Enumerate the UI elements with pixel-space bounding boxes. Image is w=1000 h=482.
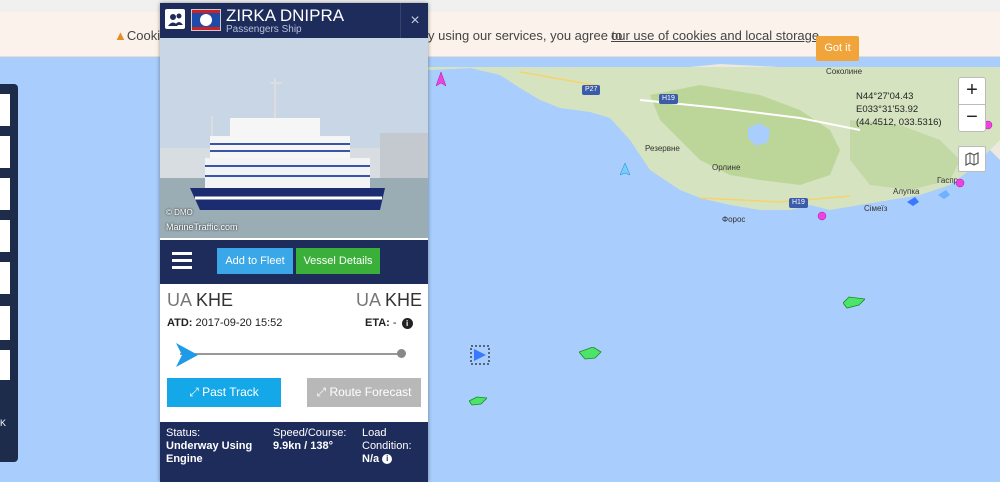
toolbar-button[interactable]: [0, 220, 10, 252]
speed-label: Speed/Course:: [273, 427, 347, 439]
status-value: Underway Using Engine: [166, 440, 253, 465]
vessel-marker[interactable]: [817, 211, 827, 221]
map[interactable]: Соколине Резервне Орлине Алупка Сімеїз Ф…: [0, 0, 1000, 482]
route-forecast-button[interactable]: ⤢ Route Forecast: [307, 378, 421, 407]
vessel-marker[interactable]: [469, 396, 487, 406]
vessel-type-icon: [165, 9, 185, 29]
toolbar-button[interactable]: [0, 262, 10, 294]
vessel-type: Passengers Ship: [226, 24, 302, 35]
menu-icon[interactable]: [172, 252, 192, 270]
vessel-photo[interactable]: © DMO MarineTraffic.com: [160, 38, 428, 238]
map-icon: [965, 152, 979, 166]
destination-country: UA: [355, 290, 380, 310]
vessel-marker[interactable]: [436, 72, 446, 88]
toolbar-button[interactable]: [0, 136, 10, 168]
vessel-marker[interactable]: [955, 178, 965, 188]
road-badge-p27: P27: [582, 85, 601, 95]
cookie-banner: ▲Cooki y using our services, you agree t…: [0, 12, 1000, 61]
load-condition-value: N/a: [362, 453, 380, 465]
vessel-marker[interactable]: [843, 296, 865, 310]
warning-icon: ▲: [114, 28, 127, 43]
past-track-button[interactable]: ⤢ Past Track: [167, 378, 281, 407]
departure-port-code: KHE: [196, 290, 234, 310]
toolbar-button[interactable]: [0, 178, 10, 210]
zoom-out-button[interactable]: −: [958, 104, 986, 132]
ship-progress-icon: [176, 343, 198, 367]
road-badge-h19: H19: [659, 94, 678, 104]
status-label: Status:: [166, 427, 201, 439]
place-label-sokolyne: Соколине: [826, 67, 863, 76]
speed-block: Speed/Course: 9.9kn / 138°: [273, 427, 359, 453]
info-icon[interactable]: i: [401, 317, 413, 329]
photo-copyright: © DMO: [166, 208, 193, 217]
toolbar-button[interactable]: [0, 306, 10, 340]
popup-header: ZIRKA DNIPRA Passengers Ship ×: [160, 3, 428, 38]
flag-icon: [191, 9, 221, 31]
status-block: Status: Underway Using Engine: [166, 427, 266, 466]
load-condition-label: Load Condition:: [362, 427, 412, 452]
top-strip: [0, 0, 1000, 12]
place-label-orlyne: Орлине: [712, 163, 741, 172]
route-forecast-label: Route Forecast: [329, 385, 412, 399]
route-icon: ⤢: [316, 385, 330, 399]
map-layers-button[interactable]: [958, 146, 986, 172]
ship-photo: [160, 38, 428, 238]
cookie-text-middle: y using our services, you agree to: [428, 28, 623, 43]
road-badge-h19: H19: [789, 198, 808, 208]
cursor-coordinates: N44°27'04.43 E033°31'53.92 (44.4512, 033…: [856, 90, 942, 129]
place-label-rezervne: Резервне: [645, 144, 680, 153]
place-label-foros: Форос: [722, 215, 746, 224]
eta-value: -: [392, 317, 397, 329]
cookie-text-period: .: [805, 28, 809, 43]
vessel-details-button[interactable]: Vessel Details: [296, 248, 380, 274]
cookie-text-start: Cooki: [126, 28, 161, 43]
cookie-text: ▲Cooki: [114, 28, 160, 43]
vessel-marker[interactable]: [620, 163, 630, 177]
vessel-name: ZIRKA DNIPRA: [226, 6, 345, 25]
close-button[interactable]: ×: [400, 3, 429, 38]
vessel-marker[interactable]: [938, 190, 950, 200]
departure-country: UA: [167, 290, 192, 310]
departure-port[interactable]: UA KHE: [167, 290, 233, 311]
atd-label: ATD:: [167, 317, 193, 329]
toolbar-label: K: [0, 418, 7, 428]
place-label-simeiz: Сімеїз: [864, 204, 888, 213]
atd: ATD: 2017-09-20 15:52: [167, 317, 282, 329]
info-icon[interactable]: i: [382, 454, 393, 465]
photo-watermark: MarineTraffic.com: [166, 222, 238, 232]
vessel-marker[interactable]: [907, 197, 919, 207]
latitude-readout: N44°27'04.43: [856, 91, 914, 102]
voyage-progress-line: [180, 353, 402, 355]
left-toolbar: K: [0, 84, 18, 462]
destination-port-code: KHE: [384, 290, 422, 310]
destination-dot: [397, 349, 406, 358]
vessel-marker[interactable]: [579, 347, 603, 361]
zoom-in-button[interactable]: +: [958, 77, 986, 105]
decimal-coordinates: (44.4512, 033.5316): [856, 117, 942, 128]
toolbar-button[interactable]: [0, 94, 10, 126]
toolbar-button[interactable]: [0, 350, 10, 380]
destination-port[interactable]: UA KHE: [356, 290, 422, 311]
eta-label: ETA:: [365, 317, 390, 329]
add-to-fleet-button[interactable]: Add to Fleet: [217, 248, 293, 274]
selected-vessel-marker[interactable]: [470, 345, 490, 365]
atd-value: 2017-09-20 15:52: [195, 317, 283, 329]
speed-value: 9.9kn / 138°: [273, 440, 334, 452]
vessel-popup: ZIRKA DNIPRA Passengers Ship × © DMO Mar…: [160, 3, 428, 482]
vessel-info-bar: Status: Underway Using Engine Speed/Cour…: [160, 422, 428, 482]
popup-action-bar: Add to Fleet Vessel Details: [160, 240, 428, 284]
longitude-readout: E033°31'53.92: [856, 104, 919, 115]
got-it-button[interactable]: Got it: [816, 36, 859, 61]
load-condition-block: Load Condition: N/a i: [362, 427, 426, 466]
place-label-alupka: Алупка: [893, 187, 920, 196]
past-track-label: Past Track: [202, 385, 259, 399]
track-icon: ⤢: [189, 385, 203, 399]
cookie-policy-link[interactable]: our use of cookies and local storage: [611, 28, 819, 43]
eta: ETA: - i: [365, 317, 413, 329]
